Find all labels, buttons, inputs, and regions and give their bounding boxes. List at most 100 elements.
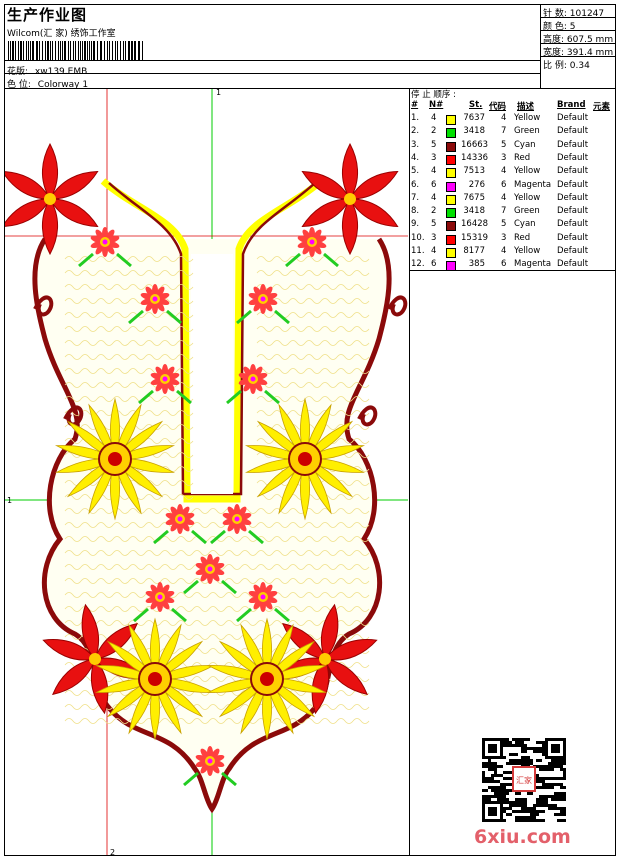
stop-description: Yellow: [514, 246, 541, 256]
stop-sequence-panel: 停 止 顺序 : # N# St. 代码 描述 Brand 元素 1. 4 7637…: [409, 88, 616, 272]
color-swatch: [446, 154, 456, 165]
stop-row: 4. 3 14336 3 Red Default: [409, 153, 616, 166]
stop-code: 4: [501, 246, 507, 256]
stop-row: 1. 4 7637 4 Yellow Default: [409, 113, 616, 126]
stop-stitches: 385: [468, 259, 485, 270]
stop-code: 4: [501, 192, 507, 203]
stop-description: Cyan: [514, 219, 536, 230]
stop-stitches: 3418: [463, 126, 485, 137]
design-scale: 比 例: 0.34: [543, 61, 590, 71]
guide-marker-left: 1: [7, 496, 13, 505]
color-swatch: [446, 234, 456, 245]
stop-code: 6: [501, 259, 507, 270]
stop-row: 6. 6 276 6 Magenta Default: [409, 180, 616, 193]
col-needle: N#: [429, 100, 444, 110]
stop-stitches: 14336: [461, 152, 489, 163]
stop-description: Green: [514, 126, 540, 137]
col-description: 描述: [517, 102, 535, 112]
stop-row: 11. 4 8177 4 Yellow Default: [409, 246, 616, 259]
stop-brand: Default: [557, 113, 589, 123]
stop-description: Green: [514, 206, 540, 217]
design-name-row: 花版: xw139.EMB: [7, 64, 87, 77]
stop-index: 7.: [411, 192, 420, 203]
stop-description: Magenta: [514, 179, 552, 190]
watermark: 6xiu.com: [474, 826, 571, 848]
stop-code: 3: [501, 152, 507, 163]
stop-index: 8.: [411, 206, 420, 217]
stop-brand: Default: [557, 139, 589, 150]
stop-code: 7: [501, 126, 507, 137]
stop-stitches: 15319: [461, 232, 489, 243]
stop-index: 11.: [411, 246, 425, 256]
stop-index: 6.: [411, 179, 420, 190]
color-swatch: [446, 221, 456, 232]
design-name-value: xw139.EMB: [34, 67, 88, 77]
stop-stitches: 7675: [463, 192, 485, 203]
color-swatch: [446, 248, 456, 258]
stop-description: Red: [514, 152, 531, 163]
stop-index: 2.: [411, 126, 420, 137]
stop-code: 7: [501, 206, 507, 217]
color-swatch: [446, 168, 456, 179]
stop-brand: Default: [557, 206, 589, 217]
stop-stitches: 3418: [463, 206, 485, 217]
color-swatch: [446, 194, 456, 205]
stop-stitches: 7637: [463, 113, 485, 123]
stop-description: Yellow: [514, 113, 541, 123]
stop-needle: 5: [431, 139, 437, 150]
stop-stitches: 8177: [463, 246, 485, 256]
page-title: 生产作业图: [7, 6, 88, 24]
stats-rule-4: [540, 56, 616, 57]
stop-brand: Default: [557, 246, 589, 256]
stop-stitches: 7513: [463, 166, 485, 177]
stop-row: 2. 2 3418 7 Green Default: [409, 126, 616, 139]
stop-stitches: 276: [468, 179, 485, 190]
stop-needle: 4: [431, 192, 437, 203]
color-swatch: [446, 208, 456, 219]
stop-brand: Default: [557, 126, 589, 137]
stop-row: 8. 2 3418 7 Green Default: [409, 206, 616, 219]
stop-description: Red: [514, 232, 531, 243]
barcode: [8, 41, 143, 61]
header-divider-1: [4, 60, 540, 61]
stop-index: 1.: [411, 113, 420, 123]
stop-index: 10.: [411, 232, 425, 243]
stats-rule-1: [540, 17, 616, 18]
stop-needle: 6: [431, 179, 437, 190]
neck-opening: [191, 254, 233, 494]
stop-needle: 4: [431, 246, 437, 256]
stop-description: Yellow: [514, 166, 541, 177]
stop-row: 7. 4 7675 4 Yellow Default: [409, 193, 616, 206]
stats-rule-3: [540, 43, 616, 44]
color-swatch: [446, 181, 456, 192]
stop-needle: 4: [431, 166, 437, 177]
stop-index: 12.: [411, 259, 425, 270]
stats-rule-2: [540, 30, 616, 31]
stop-index: 3.: [411, 139, 420, 150]
stop-row: 5. 4 7513 4 Yellow Default: [409, 166, 616, 179]
design-name-label: 花版:: [7, 67, 29, 77]
header: 生产作业图 Wilcom(汇 家) 绣饰工作室 花版: xw139.EMB 色 …: [4, 4, 540, 90]
stop-description: Yellow: [514, 192, 541, 203]
stop-index: 5.: [411, 166, 420, 177]
stop-index: 9.: [411, 219, 420, 230]
stop-row: 3. 5 16663 5 Cyan Default: [409, 140, 616, 153]
color-swatch: [446, 261, 456, 272]
color-swatch: [446, 128, 456, 139]
guide-marker-top: 1: [216, 88, 222, 97]
stop-brand: Default: [557, 219, 589, 230]
col-stitches: St.: [469, 100, 483, 110]
stop-needle: 6: [431, 259, 437, 270]
stop-description: Magenta: [514, 259, 552, 270]
stop-needle: 3: [431, 232, 437, 243]
stop-stitches: 16428: [461, 219, 489, 230]
stop-row: 12. 6 385 6 Magenta Default: [409, 259, 616, 272]
col-element: 元素: [593, 102, 611, 112]
stop-code: 6: [501, 179, 507, 190]
col-index: #: [411, 100, 419, 110]
stop-sequence-title: 停 止 顺序 :: [411, 90, 456, 100]
stop-row: 9. 5 16428 5 Cyan Default: [409, 219, 616, 232]
stop-needle: 2: [431, 206, 437, 217]
color-swatch: [446, 141, 456, 152]
stop-index: 4.: [411, 152, 420, 163]
